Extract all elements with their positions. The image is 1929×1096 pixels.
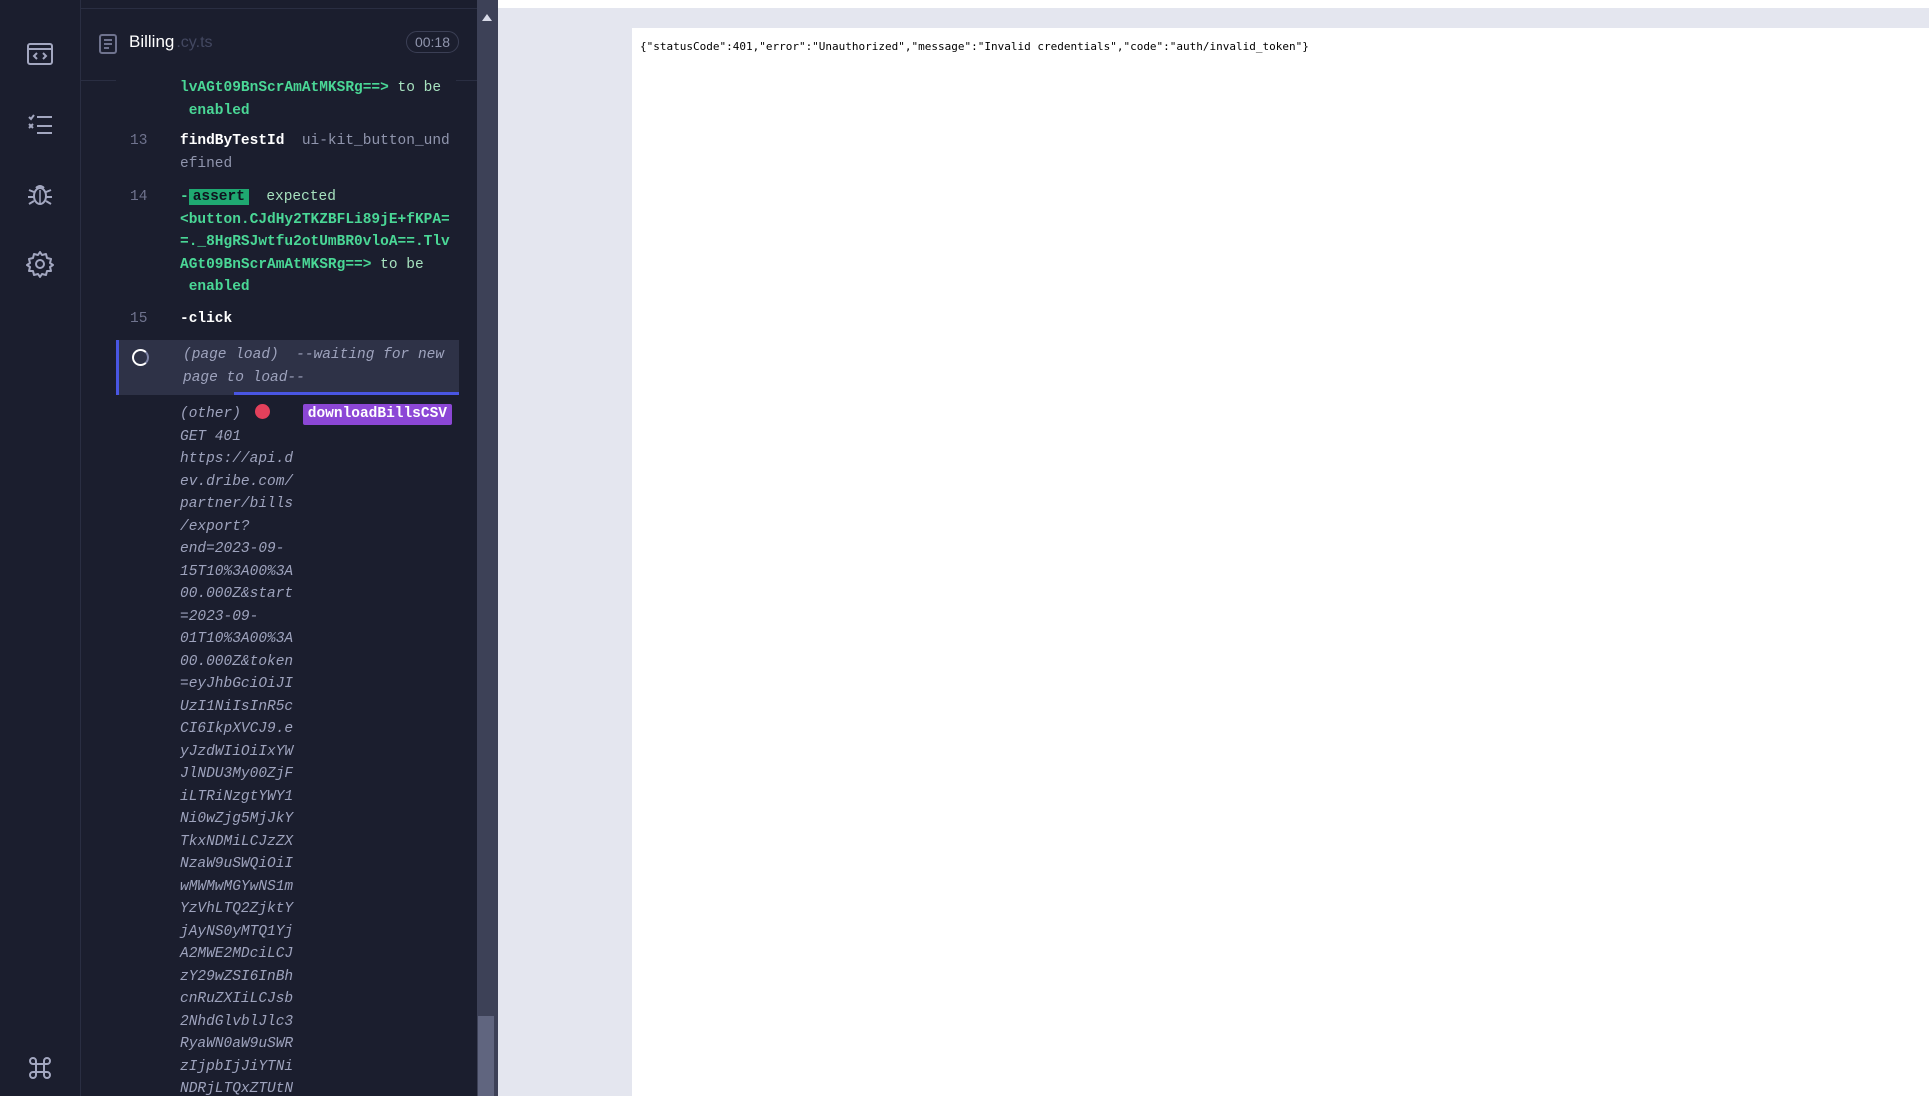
app-preview: {"statusCode":401,"error":"Unauthorized"…	[498, 0, 1929, 1096]
page-load-row[interactable]: (page load) --waiting for new page to lo…	[116, 340, 459, 395]
request-method-status: GET 401	[180, 428, 241, 445]
prev-enabled: enabled	[188, 102, 250, 119]
command-name: -click	[180, 311, 233, 327]
test-list-icon	[28, 114, 52, 134]
command-log: lvAGt09BnScrAmAtMKSRg==> to be enabled 1…	[116, 80, 459, 1096]
document-icon	[99, 34, 117, 54]
prev-to-be: to be	[397, 80, 442, 96]
specs-button[interactable]	[18, 32, 62, 76]
command-dash: -	[180, 189, 189, 205]
spec-header: Billing .cy.ts 00:18	[81, 0, 477, 81]
page-load-progress-bar	[234, 392, 459, 395]
request-row[interactable]: (other) downloadBillsCSV GET 401 https:/…	[180, 403, 456, 1096]
api-response-text: {"statusCode":401,"error":"Unauthorized"…	[640, 40, 1309, 53]
page-load-label: (page load)	[183, 347, 279, 363]
loading-spinner-icon	[132, 349, 149, 366]
command-number: 15	[130, 311, 148, 327]
aut-iframe[interactable]: {"statusCode":401,"error":"Unauthorized"…	[632, 28, 1929, 1096]
runs-button[interactable]	[18, 102, 62, 146]
command-log-scrollbar[interactable]	[477, 0, 498, 1096]
request-url: https://api.d ev.dribe.com/ partner/bill…	[180, 451, 294, 1096]
assert-to-be: to be	[380, 256, 424, 273]
command-name: findByTestId	[180, 133, 285, 149]
spec-duration-badge: 00:18	[405, 31, 459, 53]
command-log-panel: Billing .cy.ts 00:18 lvAGt09BnScrAmAtMKSR…	[81, 0, 477, 1096]
page-load-text: (page load) --waiting for new page to lo…	[183, 344, 453, 389]
spec-extension: .cy.ts	[176, 34, 213, 51]
command-number: 13	[130, 133, 148, 149]
alias-badge[interactable]: downloadBillsCSV	[302, 404, 452, 425]
prev-subject: lvAGt09BnScrAmAtMKSRg==>	[180, 80, 389, 96]
command-number: 14	[130, 189, 148, 205]
assert-enabled: enabled	[188, 279, 250, 295]
keyboard-shortcuts-button[interactable]	[18, 1046, 62, 1090]
debug-button[interactable]	[18, 172, 62, 216]
bug-icon	[28, 185, 52, 205]
code-window-icon	[27, 43, 53, 65]
settings-button[interactable]	[18, 242, 62, 286]
request-status-dot	[254, 404, 270, 419]
scroll-up-arrow-icon[interactable]	[482, 14, 492, 21]
assert-expected: expected	[266, 189, 336, 205]
command-key-icon	[29, 1057, 51, 1079]
request-type: (other)	[180, 406, 241, 422]
preview-top-strip	[498, 0, 1929, 8]
assert-badge: assert	[188, 189, 249, 205]
spec-name-text: Billing	[129, 32, 175, 51]
gear-icon	[26, 251, 54, 278]
icon-rail	[0, 0, 81, 1096]
spec-title[interactable]: Billing .cy.ts	[129, 32, 213, 52]
scrollbar-thumb[interactable]	[478, 1016, 494, 1096]
